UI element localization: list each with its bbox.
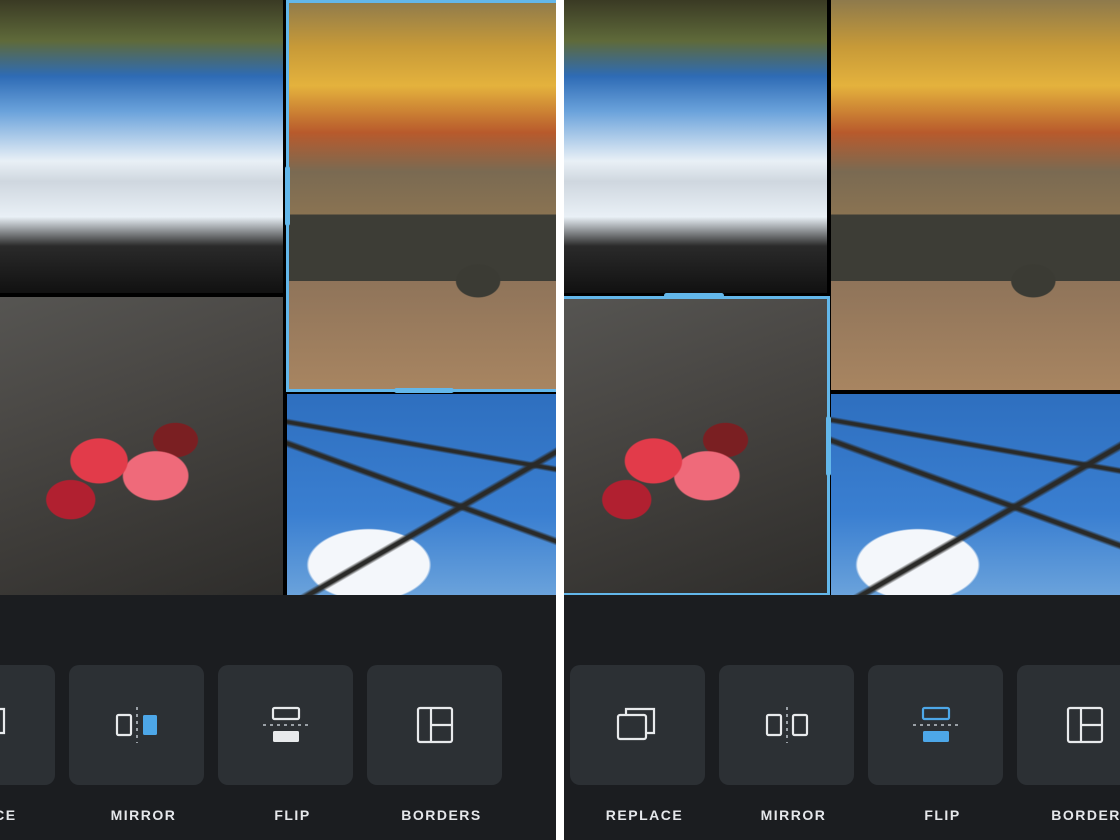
resize-handle-top[interactable] bbox=[664, 293, 724, 298]
collage-cell-branches[interactable] bbox=[831, 394, 1120, 595]
flip-button[interactable] bbox=[218, 665, 353, 785]
collage-canvas[interactable] bbox=[560, 0, 1120, 595]
borders-button[interactable] bbox=[367, 665, 502, 785]
replace-icon bbox=[0, 705, 12, 745]
flip-icon bbox=[263, 705, 309, 745]
mirror-label: MIRROR bbox=[719, 807, 868, 823]
collage-canvas[interactable] bbox=[0, 0, 560, 595]
flip-label: FLIP bbox=[218, 807, 367, 823]
borders-label: BORDERS bbox=[367, 807, 516, 823]
replace-label: REPLACE bbox=[570, 807, 719, 823]
toolbar-row bbox=[0, 665, 560, 785]
mirror-label: MIRROR bbox=[69, 807, 218, 823]
collage-cell-leaves[interactable] bbox=[0, 297, 283, 595]
borders-icon bbox=[415, 705, 455, 745]
resize-handle-right[interactable] bbox=[826, 416, 831, 476]
flip-icon bbox=[913, 705, 959, 745]
replace-icon bbox=[614, 705, 662, 745]
borders-icon bbox=[1065, 705, 1105, 745]
borders-button[interactable] bbox=[1017, 665, 1120, 785]
collage-cell-bench[interactable] bbox=[287, 0, 560, 390]
resize-handle-bottom[interactable] bbox=[394, 388, 454, 393]
panel-divider bbox=[556, 0, 564, 840]
resize-handle-left[interactable] bbox=[285, 166, 290, 226]
comparison-split: LACE MIRROR FLIP BORDERS bbox=[0, 0, 1120, 840]
replace-button[interactable] bbox=[570, 665, 705, 785]
mirror-icon bbox=[111, 707, 163, 743]
flip-label: FLIP bbox=[868, 807, 1017, 823]
mirror-button[interactable] bbox=[719, 665, 854, 785]
toolbar-row bbox=[570, 665, 1120, 785]
toolbar-labels: LACE MIRROR FLIP BORDERS bbox=[0, 800, 560, 830]
flip-button[interactable] bbox=[868, 665, 1003, 785]
toolbar: REPLACE MIRROR FLIP BORDERS bbox=[560, 595, 1120, 840]
replace-label: LACE bbox=[0, 807, 69, 823]
replace-button[interactable] bbox=[0, 665, 55, 785]
mirror-button[interactable] bbox=[69, 665, 204, 785]
toolbar: LACE MIRROR FLIP BORDERS bbox=[0, 595, 560, 840]
mirror-icon bbox=[761, 707, 813, 743]
editor-panel-left: LACE MIRROR FLIP BORDERS bbox=[0, 0, 560, 840]
collage-cell-leaves[interactable] bbox=[560, 297, 827, 595]
editor-panel-right: REPLACE MIRROR FLIP BORDERS bbox=[560, 0, 1120, 840]
collage-cell-bench[interactable] bbox=[831, 0, 1120, 390]
collage-cell-sky[interactable] bbox=[560, 0, 827, 293]
borders-label: BORDERS bbox=[1017, 807, 1120, 823]
collage-cell-sky[interactable] bbox=[0, 0, 283, 293]
toolbar-labels: REPLACE MIRROR FLIP BORDERS bbox=[570, 800, 1120, 830]
collage-cell-branches[interactable] bbox=[287, 394, 560, 595]
